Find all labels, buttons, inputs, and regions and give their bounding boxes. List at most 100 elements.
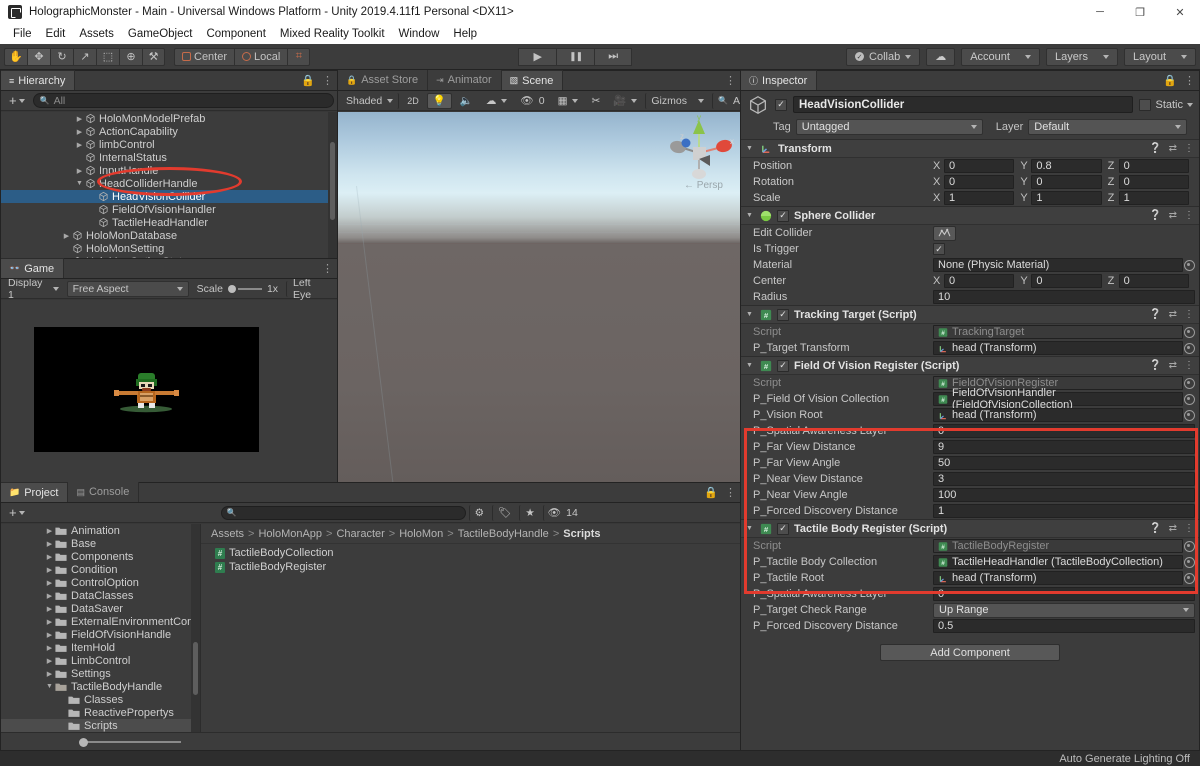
scene-draw-mode-dropdown[interactable]: Shaded [341, 92, 400, 109]
game-scale-slider[interactable]: Scale 1x [192, 281, 283, 297]
project-search-input[interactable]: 🔍 [220, 505, 466, 520]
project-filter-label-button[interactable]: 🏷 [492, 504, 516, 521]
collab-button[interactable]: ✓ Collab [846, 47, 921, 66]
hierarchy-item-fieldofvisionhandler[interactable]: FieldOfVisionHandler [1, 203, 337, 216]
hierarchy-item-holomondatabase[interactable]: ▶ HoloMonDatabase [1, 229, 337, 242]
value-input[interactable]: 10 [933, 290, 1195, 304]
tab-scene[interactable]: ▧ Scene [501, 70, 564, 90]
project-folder-limbcontrol[interactable]: ▶ LimbControl [1, 654, 200, 667]
menu-help[interactable]: Help [446, 26, 484, 42]
expand-arrow-icon[interactable]: ▶ [74, 128, 85, 136]
object-picker-icon[interactable] [1184, 572, 1195, 584]
project-folder-base[interactable]: ▶ Base [1, 537, 200, 550]
zoom-slider-knob[interactable] [79, 737, 88, 747]
minimize-button[interactable]: ─ [1080, 0, 1120, 24]
component-header[interactable]: ▼ Transform ❔ ⇄ ⋮ [741, 140, 1199, 158]
game-canvas[interactable] [34, 327, 259, 452]
hierarchy-item-holomonsetting[interactable]: HoloMonSetting [1, 242, 337, 255]
tab-console[interactable]: ▤ Console [68, 482, 140, 502]
project-zoom-slider[interactable] [61, 736, 181, 748]
tab-hierarchy[interactable]: ≡ Hierarchy [1, 70, 76, 90]
layer-dropdown[interactable]: Default [1028, 118, 1187, 135]
game-eye-dropdown[interactable]: Left Eye [286, 277, 334, 301]
preset-icon[interactable]: ⇄ [1169, 210, 1177, 221]
menu-assets[interactable]: Assets [72, 26, 121, 42]
object-enabled-checkbox[interactable]: ✓ [775, 98, 787, 111]
object-field[interactable]: None (Physic Material) [933, 258, 1183, 272]
static-checkbox[interactable]: ✓ [1139, 98, 1152, 111]
x-input[interactable]: 1 [944, 191, 1015, 205]
project-folder-tactilebodyhandle[interactable]: ▼ TactileBodyHandle [1, 680, 200, 693]
hierarchy-item-inputhandle[interactable]: ▶ InputHandle [1, 164, 337, 177]
scene-gizmos-dropdown[interactable]: Gizmos [645, 92, 709, 109]
menu-mixed-reality-toolkit[interactable]: Mixed Reality Toolkit [273, 26, 392, 42]
play-button[interactable]: ▶ [518, 47, 557, 66]
pivot-mode-button[interactable]: Center [174, 47, 235, 66]
object-picker-icon[interactable] [1184, 393, 1195, 405]
component-enabled-checkbox[interactable]: ✓ [777, 308, 789, 321]
project-hidden-count[interactable]: 👁 14 [542, 504, 582, 521]
component-enabled-checkbox[interactable]: ✓ [777, 209, 789, 222]
help-icon[interactable]: ❔ [1149, 523, 1161, 534]
breadcrumb-item-tactilebodyhandle[interactable]: TactileBodyHandle [458, 528, 549, 540]
help-icon[interactable]: ❔ [1149, 309, 1161, 320]
scene-lighting-toggle[interactable]: 💡 [426, 92, 452, 109]
expand-arrow-icon[interactable]: ▶ [44, 670, 55, 678]
breadcrumb-item-character[interactable]: Character [336, 528, 384, 540]
preset-icon[interactable]: ⇄ [1169, 523, 1177, 534]
hierarchy-item-headcolliderhandle[interactable]: ▼ HeadColliderHandle [1, 177, 337, 190]
tab-asset-store[interactable]: 🔒 Asset Store [338, 70, 429, 90]
hierarchy-item-actioncapability[interactable]: ▶ ActionCapability [1, 125, 337, 138]
grid-snap-icon[interactable]: ⌗ [287, 47, 311, 66]
hierarchy-search-input[interactable]: 🔍 All [32, 93, 334, 108]
expand-arrow-icon[interactable]: ▶ [44, 657, 55, 665]
project-folder-fieldofvisionhandle[interactable]: ▶ FieldOfVisionHandle [1, 628, 200, 641]
layout-button[interactable]: Layout [1123, 47, 1197, 66]
scene-audio-toggle[interactable]: 🔈 [455, 93, 478, 109]
project-favorites-button[interactable]: ★ [519, 504, 539, 521]
object-field[interactable]: # TactileHeadHandler (TactileBodyCollecti… [933, 555, 1183, 569]
project-scrollbar-thumb[interactable] [193, 642, 198, 695]
breadcrumb-item-scripts[interactable]: Scripts [563, 528, 600, 540]
value-input[interactable]: 1 [933, 504, 1195, 518]
project-folder-reactivepropertys[interactable]: ReactivePropertys [1, 706, 200, 719]
expand-arrow-icon[interactable]: ▶ [44, 592, 55, 600]
project-folder-components[interactable]: ▶ Components [1, 550, 200, 563]
tab-animator[interactable]: ⇥ Animator [428, 70, 502, 90]
project-folder-datasaver[interactable]: ▶ DataSaver [1, 602, 200, 615]
scene-view[interactable]: y x z ← Persp [338, 112, 740, 482]
expand-arrow-icon[interactable]: ▶ [44, 605, 55, 613]
x-input[interactable]: 0 [944, 274, 1015, 288]
menu-gameobject[interactable]: GameObject [121, 26, 200, 42]
preset-icon[interactable]: ⇄ [1169, 360, 1177, 371]
scene-hidden-objects[interactable]: 👁 0 [515, 93, 549, 109]
collapse-arrow-icon[interactable]: ▼ [746, 145, 755, 152]
collapse-arrow-icon[interactable]: ▼ [44, 683, 55, 690]
game-view[interactable] [1, 300, 337, 482]
more-menu-icon[interactable]: ⋮ [1184, 210, 1194, 221]
scene-camera-dropdown[interactable]: 🎥 [608, 93, 642, 109]
static-toggle[interactable]: ✓ Static [1139, 98, 1193, 111]
expand-arrow-icon[interactable]: ▶ [44, 644, 55, 652]
more-menu-icon[interactable]: ⋮ [1184, 360, 1194, 371]
scene-2d-toggle[interactable]: 2D [402, 93, 424, 109]
tab-game[interactable]: 👓 Game [1, 258, 65, 278]
more-menu-icon[interactable]: ⋮ [725, 486, 736, 499]
boolean-checkbox[interactable]: ✓ [933, 243, 945, 255]
value-input[interactable]: 0.5 [933, 619, 1195, 633]
hierarchy-add-button[interactable]: + [4, 93, 30, 108]
hierarchy-tree[interactable]: ▶ HoloMonModelPrefab ▶ ActionCapability ▶ lim… [1, 112, 337, 258]
scene-tools-button[interactable]: ✂ [586, 93, 605, 109]
maximize-button[interactable]: ❐ [1120, 0, 1160, 24]
expand-arrow-icon[interactable]: ▶ [44, 553, 55, 561]
transform-tool-icon[interactable]: ⊕ [119, 47, 142, 66]
menu-window[interactable]: Window [392, 26, 447, 42]
menu-component[interactable]: Component [199, 26, 272, 42]
x-input[interactable]: 0 [944, 159, 1015, 173]
cloud-button[interactable]: ☁ [926, 47, 956, 66]
expand-arrow-icon[interactable]: ▶ [44, 527, 55, 535]
project-folder-classes[interactable]: Classes [1, 693, 200, 706]
menu-edit[interactable]: Edit [39, 26, 73, 42]
y-input[interactable]: 0 [1031, 274, 1102, 288]
scale-slider-knob[interactable] [227, 284, 236, 293]
